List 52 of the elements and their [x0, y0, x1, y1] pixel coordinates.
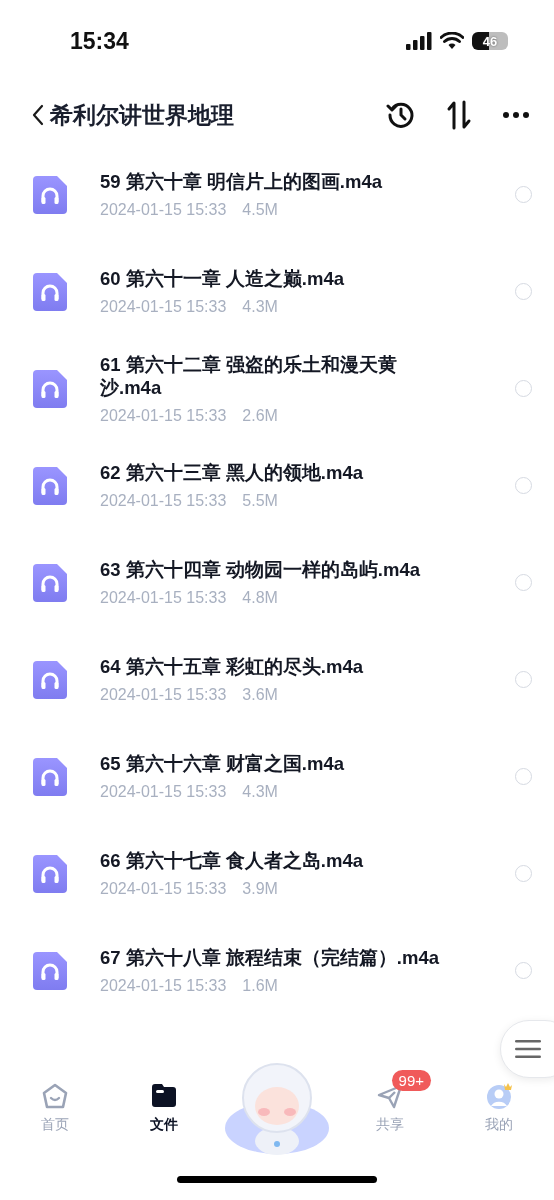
- file-size: 1.6M: [242, 977, 278, 995]
- file-size: 5.5M: [242, 492, 278, 510]
- signal-icon: [406, 32, 432, 50]
- file-date: 2024-01-15 15:33: [100, 783, 227, 801]
- file-date: 2024-01-15 15:33: [100, 589, 227, 607]
- more-icon[interactable]: [502, 111, 530, 119]
- file-date: 2024-01-15 15:33: [100, 298, 227, 316]
- audio-file-icon: [33, 951, 67, 990]
- file-name[interactable]: 64 第六十五章 彩虹的尽头.m4a: [100, 655, 450, 678]
- audio-file-icon: [33, 854, 67, 893]
- file-name[interactable]: 62 第六十三章 黑人的领地.m4a: [100, 461, 450, 484]
- sort-icon[interactable]: [446, 100, 472, 130]
- audio-file-icon: [33, 466, 67, 505]
- menu-icon: [515, 1039, 541, 1059]
- back-icon: [32, 104, 44, 126]
- file-size: 3.6M: [242, 686, 278, 704]
- audio-file-icon: [33, 272, 67, 311]
- audio-file-icon: [33, 369, 67, 408]
- file-date: 2024-01-15 15:33: [100, 406, 227, 425]
- file-date: 2024-01-15 15:33: [100, 977, 227, 995]
- file-size: 4.8M: [242, 589, 278, 607]
- tab-item[interactable]: 文件: [112, 1070, 217, 1134]
- file-name[interactable]: 65 第六十六章 财富之国.m4a: [100, 752, 450, 775]
- file-name[interactable]: 66 第六十七章 食人者之岛.m4a: [100, 849, 450, 872]
- file-size: 2.6M: [242, 406, 278, 425]
- audio-file-icon: [33, 757, 67, 796]
- audio-file-icon: [33, 175, 67, 214]
- back-button[interactable]: [32, 104, 44, 126]
- file-size: 4.3M: [242, 298, 278, 316]
- home-icon: [40, 1082, 69, 1110]
- floating-menu-button[interactable]: [500, 1020, 554, 1078]
- page-title: 希利尔讲世界地理: [50, 100, 235, 130]
- status-time: 15:34: [70, 27, 129, 55]
- audio-file-icon: [33, 563, 67, 602]
- file-size: 3.9M: [242, 880, 278, 898]
- file-name[interactable]: 67 第六十八章 旅程结束（完结篇）.m4a: [100, 946, 450, 969]
- avatar-icon: [485, 1082, 514, 1110]
- file-size: 4.3M: [242, 783, 278, 801]
- file-size: 4.5M: [242, 201, 278, 219]
- file-name[interactable]: 60 第六十一章 人造之巅.m4a: [100, 267, 450, 290]
- file-date: 2024-01-15 15:33: [100, 880, 227, 898]
- file-name[interactable]: 63 第六十四章 动物园一样的岛屿.m4a: [100, 558, 450, 581]
- file-date: 2024-01-15 15:33: [100, 201, 227, 219]
- file-name[interactable]: 59 第六十章 明信片上的图画.m4a: [100, 170, 450, 193]
- file-name[interactable]: 61 第六十二章 强盗的乐土和漫天黄沙.m4a: [100, 352, 450, 399]
- wifi-icon: [440, 32, 464, 50]
- history-icon[interactable]: [386, 100, 416, 130]
- audio-file-icon: [33, 660, 67, 699]
- notification-badge: 99+: [391, 1070, 432, 1091]
- file-date: 2024-01-15 15:33: [100, 686, 227, 704]
- file-date: 2024-01-15 15:33: [100, 492, 227, 510]
- folder-icon: [150, 1082, 179, 1110]
